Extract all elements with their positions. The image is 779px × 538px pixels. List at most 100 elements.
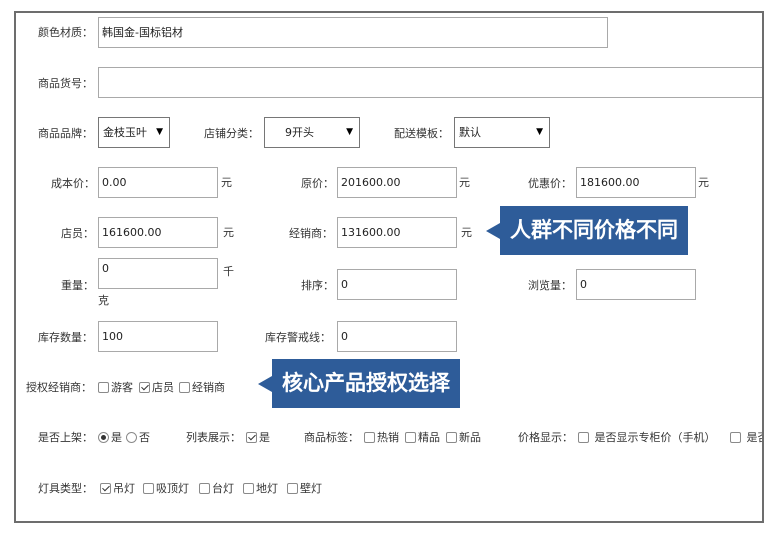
auth-option-clerk[interactable]: 店员	[139, 381, 174, 395]
weight-unit-1: 千	[223, 265, 234, 278]
brand-label: 商品品牌：	[38, 127, 93, 140]
listed-yes-radio[interactable]: 是	[98, 431, 122, 445]
discount-price-label: 优惠价：	[528, 177, 572, 190]
auth-option-visitor[interactable]: 游客	[98, 381, 133, 395]
weight-input[interactable]: 0	[98, 258, 218, 289]
checkbox-checked-icon	[246, 432, 257, 443]
lamp-table-checkbox[interactable]: 台灯	[199, 482, 234, 496]
lamp-wall-checkbox[interactable]: 壁灯	[287, 482, 322, 496]
original-price-label: 原价：	[301, 177, 334, 190]
checkbox-label: 是	[259, 431, 270, 444]
checkbox-label: 台灯	[212, 482, 234, 495]
radio-label: 是	[111, 431, 122, 444]
checkbox-icon	[179, 382, 190, 393]
checkbox-icon	[364, 432, 375, 443]
lamp-pendant-checkbox[interactable]: 吊灯	[100, 482, 135, 496]
cost-price-input[interactable]: 0.00	[98, 167, 218, 198]
checkbox-icon	[405, 432, 416, 443]
product-form-panel: 颜色材质： 韩国金-国标铝材 商品货号： 商品品牌： 金枝玉叶 ▼ 店铺分类： …	[14, 11, 764, 523]
lamp-floor-checkbox[interactable]: 地灯	[243, 482, 278, 496]
checkbox-icon	[243, 483, 254, 494]
list-display-label: 列表展示：	[186, 431, 241, 444]
auth-dealer-label: 授权经销商：	[26, 381, 92, 394]
auth-option-label: 游客	[111, 381, 133, 394]
checkbox-label: 壁灯	[300, 482, 322, 495]
radio-icon	[126, 432, 137, 443]
color-material-label: 颜色材质：	[38, 26, 93, 39]
checkbox-label: 地灯	[256, 482, 278, 495]
clerk-price-unit: 元	[223, 226, 234, 239]
checkbox-label: 吸顶灯	[156, 482, 189, 495]
original-price-unit: 元	[459, 176, 470, 189]
weight-label: 重量：	[61, 279, 94, 292]
brand-select-value: 金枝玉叶	[103, 126, 147, 139]
product-code-label: 商品货号：	[38, 77, 93, 90]
dealer-price-input[interactable]: 131600.00	[337, 217, 457, 248]
tag-premium-checkbox[interactable]: 精品	[405, 431, 440, 445]
stock-input[interactable]: 100	[98, 321, 218, 352]
tag-hot-checkbox[interactable]: 热销	[364, 431, 399, 445]
stock-label: 库存数量：	[38, 331, 93, 344]
auth-option-label: 店员	[152, 381, 174, 394]
views-input[interactable]: 0	[576, 269, 696, 300]
checkbox-icon	[199, 483, 210, 494]
tag-new-checkbox[interactable]: 新品	[446, 431, 481, 445]
shop-category-select-value: 9开头	[285, 126, 314, 139]
auth-option-dealer[interactable]: 经销商	[179, 381, 225, 395]
stock-warning-input[interactable]: 0	[337, 321, 457, 352]
shop-category-label: 店铺分类：	[204, 127, 259, 140]
checkbox-label: 是否	[746, 431, 763, 444]
listed-label: 是否上架：	[38, 431, 93, 444]
checkbox-label: 精品	[418, 431, 440, 444]
weight-unit-2: 克	[98, 294, 109, 307]
checkbox-icon	[98, 382, 109, 393]
stock-warning-label: 库存警戒线：	[265, 331, 331, 344]
auth-option-label: 经销商	[192, 381, 225, 394]
price-callout: 人群不同价格不同	[486, 206, 688, 255]
radio-checked-icon	[98, 432, 109, 443]
chevron-down-icon: ▼	[346, 127, 353, 137]
checkbox-label: 吊灯	[113, 482, 135, 495]
cost-price-unit: 元	[221, 176, 232, 189]
checkbox-icon	[143, 483, 154, 494]
cost-price-label: 成本价：	[51, 177, 95, 190]
chevron-down-icon: ▼	[156, 127, 163, 137]
original-price-input[interactable]: 201600.00	[337, 167, 457, 198]
discount-price-unit: 元	[698, 176, 709, 189]
checkbox-icon	[578, 432, 589, 443]
lamp-ceiling-checkbox[interactable]: 吸顶灯	[143, 482, 189, 496]
checkbox-checked-icon	[139, 382, 150, 393]
lamp-type-label: 灯具类型：	[38, 482, 93, 495]
checkbox-label: 是否显示专柜价（手机）	[594, 431, 716, 444]
price-display-label: 价格显示：	[518, 431, 573, 444]
checkbox-icon	[287, 483, 298, 494]
delivery-template-label: 配送模板：	[394, 127, 449, 140]
checkbox-icon	[730, 432, 741, 443]
delivery-template-select[interactable]: 默认 ▼	[454, 117, 550, 148]
delivery-template-select-value: 默认	[459, 126, 481, 139]
dealer-price-unit: 元	[461, 226, 472, 239]
sort-label: 排序：	[301, 279, 334, 292]
auth-callout: 核心产品授权选择	[258, 359, 460, 408]
dealer-price-label: 经销商：	[289, 227, 333, 240]
list-display-checkbox[interactable]: 是	[246, 431, 270, 445]
chevron-down-icon: ▼	[536, 127, 543, 137]
show-counter-price-checkbox[interactable]: 是否显示专柜价（手机）	[578, 431, 716, 445]
color-material-input[interactable]: 韩国金-国标铝材	[98, 17, 608, 48]
checkbox-label: 新品	[459, 431, 481, 444]
views-label: 浏览量：	[528, 279, 572, 292]
sort-input[interactable]: 0	[337, 269, 457, 300]
checkbox-checked-icon	[100, 483, 111, 494]
checkbox-icon	[446, 432, 457, 443]
radio-label: 否	[139, 431, 150, 444]
clerk-price-input[interactable]: 161600.00	[98, 217, 218, 248]
product-tags-label: 商品标签：	[304, 431, 359, 444]
discount-price-input[interactable]: 181600.00	[576, 167, 696, 198]
brand-select[interactable]: 金枝玉叶 ▼	[98, 117, 170, 148]
listed-no-radio[interactable]: 否	[126, 431, 150, 445]
shop-category-select[interactable]: 9开头 ▼	[264, 117, 360, 148]
clerk-price-label: 店员：	[61, 227, 94, 240]
price-display-second-checkbox[interactable]: 是否	[730, 431, 763, 445]
checkbox-label: 热销	[377, 431, 399, 444]
product-code-input[interactable]	[98, 67, 762, 98]
